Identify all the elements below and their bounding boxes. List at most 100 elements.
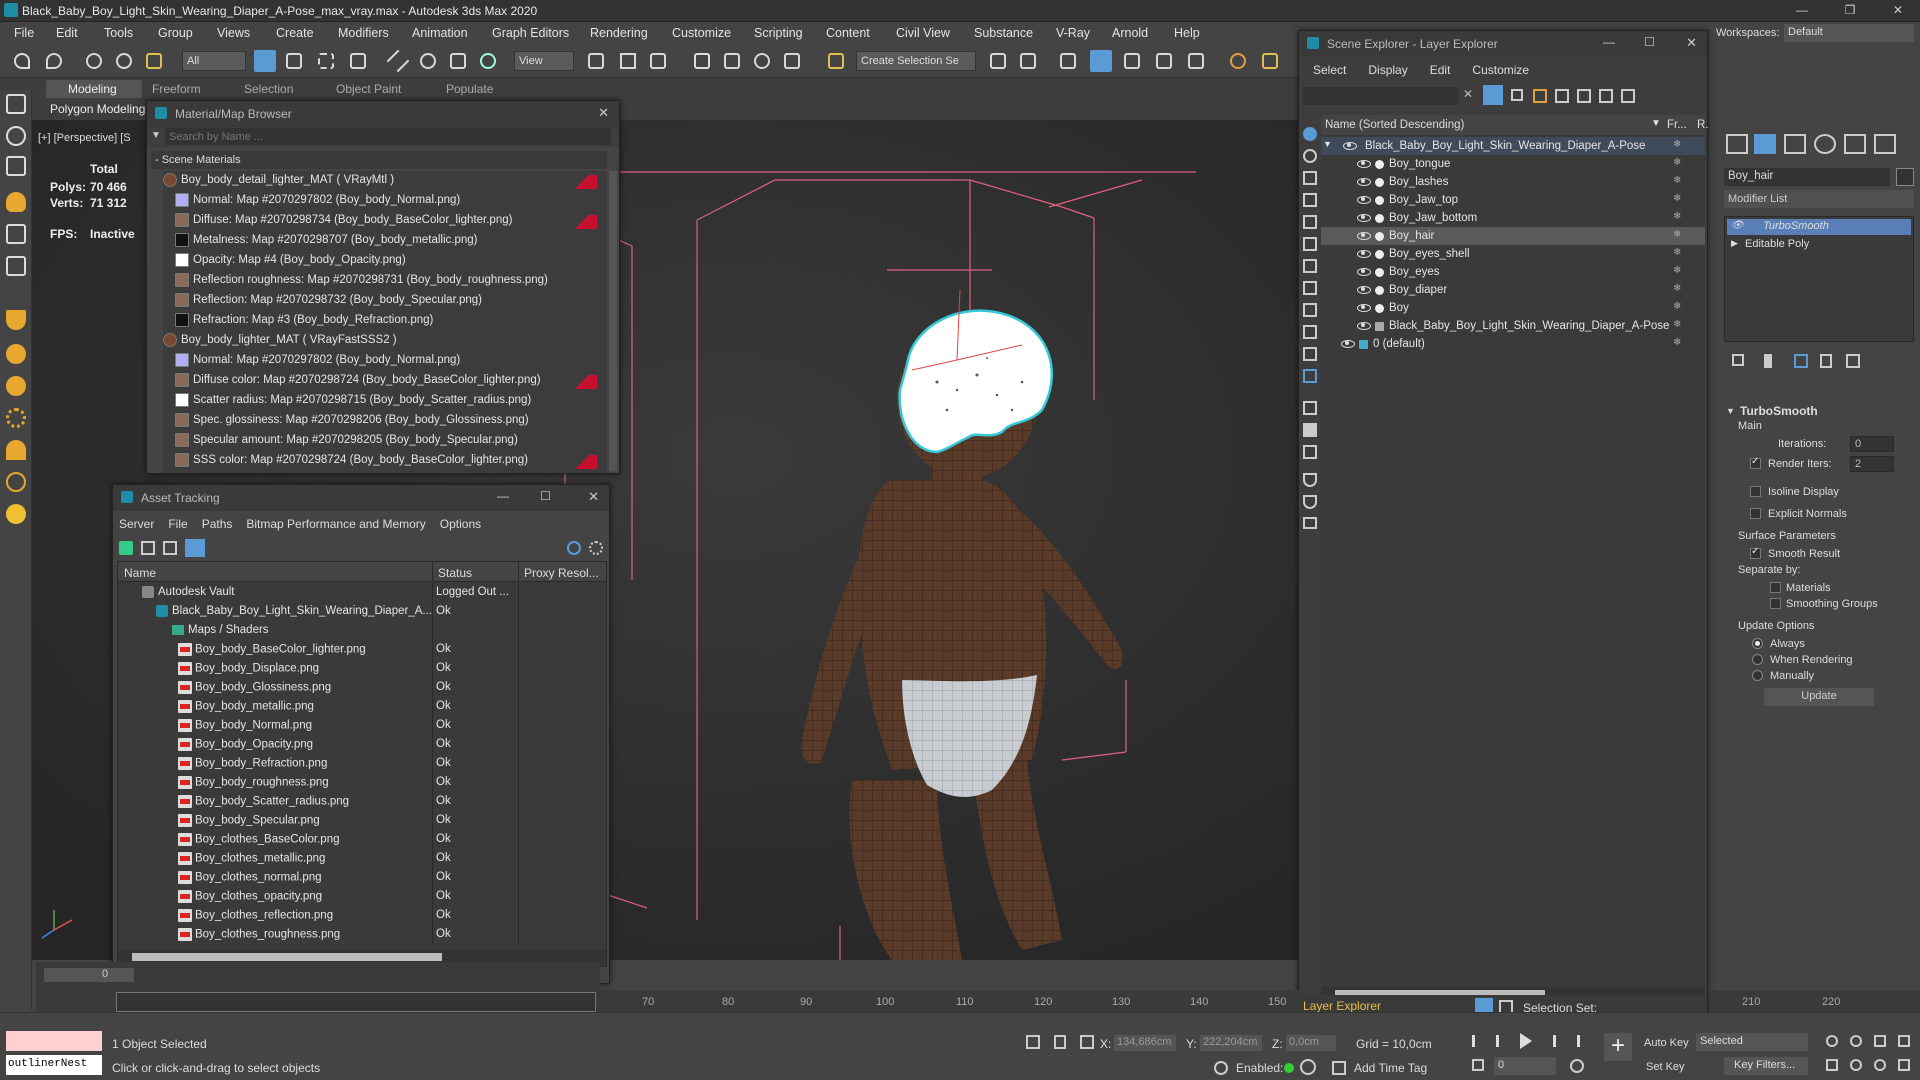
se-menu-select[interactable]: Select — [1313, 63, 1346, 77]
zoom-all-icon[interactable] — [1850, 1035, 1862, 1047]
render-frame-icon[interactable] — [6, 156, 26, 176]
undo-icon[interactable] — [14, 53, 30, 69]
cmd-hierarchy-tab[interactable] — [1784, 134, 1806, 154]
se-col-name[interactable]: Name (Sorted Descending) — [1325, 119, 1464, 131]
select-object-icon[interactable] — [254, 50, 276, 72]
orbit-icon[interactable] — [6, 126, 26, 146]
cmd-modify-tab[interactable] — [1754, 134, 1776, 154]
visibility-eye-icon[interactable] — [1357, 322, 1371, 330]
visibility-eye-icon[interactable] — [1357, 178, 1371, 186]
pan-icon[interactable] — [1850, 1059, 1862, 1071]
move-icon[interactable] — [386, 49, 410, 73]
scene-tree-item[interactable]: Boy_Jaw_top ❄ — [1321, 191, 1705, 209]
edit-named-sel-icon[interactable] — [828, 53, 844, 69]
material-list-item[interactable]: Specular amount: Map #2070298205 (Boy_bo… — [175, 433, 518, 447]
material-browser-close[interactable]: ✕ — [598, 105, 609, 121]
scene-tree-item[interactable]: Black_Baby_Boy_Light_Skin_Wearing_Diaper… — [1321, 317, 1705, 335]
pivot-center-icon[interactable] — [588, 53, 604, 69]
material-list-item[interactable]: Boy_body_lighter_MAT ( VRayFastSSS2 ) — [163, 333, 397, 347]
lamp-icon[interactable] — [6, 440, 26, 460]
visibility-eye-icon[interactable] — [1341, 340, 1355, 348]
freeze-icon[interactable]: ❄ — [1673, 337, 1681, 348]
unlink-icon[interactable] — [116, 53, 132, 69]
menu-vray[interactable]: V-Ray — [1056, 26, 1090, 40]
visibility-eye-icon[interactable] — [1357, 286, 1371, 294]
isoline-checkbox[interactable] — [1750, 486, 1761, 497]
expand-arrow-icon[interactable]: ▶ — [1731, 238, 1738, 249]
asset-row[interactable]: Black_Baby_Boy_Light_Skin_Wearing_Diaper… — [120, 602, 604, 621]
adaptive-degradation-icon[interactable] — [1214, 1061, 1228, 1075]
hammer-icon[interactable] — [6, 310, 26, 330]
se-max-button[interactable]: ☐ — [1644, 35, 1655, 49]
menu-create[interactable]: Create — [276, 26, 314, 40]
window-crossing-icon[interactable] — [350, 53, 366, 69]
search-options-icon[interactable]: ▼ — [151, 130, 161, 141]
smooth-result-checkbox[interactable] — [1750, 546, 1761, 559]
visibility-eye-icon[interactable] — [1357, 160, 1371, 168]
material-list-item[interactable]: Reflection: Map #2070298732 (Boy_body_Sp… — [175, 293, 482, 307]
make-unique-icon[interactable] — [1794, 354, 1808, 368]
render-iters-checkbox[interactable] — [1750, 456, 1761, 469]
asset-row[interactable]: Boy_clothes_normal.png Ok — [120, 868, 604, 887]
prev-frame-icon[interactable] — [1496, 1035, 1508, 1047]
rect-selection-icon[interactable] — [318, 53, 334, 69]
asset-row[interactable]: Boy_clothes_metallic.png Ok — [120, 849, 604, 868]
link-icon[interactable] — [86, 53, 102, 69]
ribbon-tab-selection[interactable]: Selection — [244, 82, 293, 96]
material-list-item[interactable]: Reflection roughness: Map #2070298731 (B… — [175, 273, 548, 287]
se-display-groups-icon[interactable] — [1303, 259, 1317, 273]
visibility-eye-icon[interactable] — [1357, 268, 1371, 276]
asset-row[interactable]: Boy_body_Opacity.png Ok — [120, 735, 604, 754]
se-menu-display[interactable]: Display — [1368, 63, 1407, 77]
cmd-motion-tab[interactable] — [1814, 134, 1836, 154]
material-editor-icon[interactable] — [1230, 53, 1246, 69]
se-display-geometry-icon[interactable] — [1303, 127, 1317, 141]
redo-icon[interactable] — [46, 53, 62, 69]
menu-substance[interactable]: Substance — [974, 26, 1033, 40]
time-slider[interactable] — [44, 968, 134, 982]
se-menu-edit[interactable]: Edit — [1430, 63, 1451, 77]
menu-scripting[interactable]: Scripting — [754, 26, 803, 40]
scene-materials-header[interactable]: - Scene Materials — [151, 151, 607, 169]
fov-icon[interactable] — [1826, 1059, 1838, 1071]
stack-editable-poly[interactable]: ▶ Editable Poly — [1727, 237, 1911, 253]
curve-editor-icon[interactable] — [1156, 53, 1172, 69]
material-list-item[interactable]: Metalness: Map #2070298707 (Boy_body_met… — [175, 233, 478, 247]
key-filters-button[interactable]: Key Filters... — [1724, 1057, 1808, 1075]
maximize-viewport-icon[interactable] — [1898, 1059, 1910, 1071]
freeze-icon[interactable]: ❄ — [1673, 283, 1681, 294]
viewport-label[interactable]: [+] [Perspective] [S — [38, 132, 131, 144]
asset-min-button[interactable]: — — [497, 489, 509, 503]
menu-views[interactable]: Views — [217, 26, 250, 40]
absolute-mode-icon[interactable] — [1080, 1035, 1094, 1049]
menu-animation[interactable]: Animation — [412, 26, 468, 40]
se-display-none-icon[interactable] — [1303, 423, 1317, 437]
material-list-item[interactable]: Normal: Map #2070297802 (Boy_body_Normal… — [175, 193, 460, 207]
menu-file[interactable]: File — [14, 26, 34, 40]
timeline-right[interactable]: 210 220 — [1710, 990, 1920, 1012]
asset-row[interactable]: Boy_body_Glossiness.png Ok — [120, 678, 604, 697]
material-list-item[interactable]: Diffuse: Map #2070298734 (Boy_body_BaseC… — [175, 213, 512, 227]
scene-tree-item[interactable]: Boy_Jaw_bottom ❄ — [1321, 209, 1705, 227]
scene-tree-item[interactable]: Boy_eyes_shell ❄ — [1321, 245, 1705, 263]
se-display-spacewarps-icon[interactable] — [1303, 237, 1317, 251]
asset-tracking-titlebar[interactable]: Asset Tracking — ☐ ✕ — [113, 485, 609, 511]
placement-icon[interactable] — [480, 53, 496, 69]
se-toolbar-icon-3[interactable] — [1577, 89, 1591, 103]
scene-explorer-close[interactable]: ✕ — [1686, 35, 1697, 51]
se-filter-funnel2-icon[interactable] — [1303, 495, 1317, 509]
scene-tree-item[interactable]: Boy_diaper ❄ — [1321, 281, 1705, 299]
reference-coord-dropdown[interactable]: View — [514, 51, 574, 71]
scene-tree-item[interactable]: ▼ Black_Baby_Boy_Light_Skin_Wearing_Diape… — [1321, 137, 1705, 155]
goto-start-icon[interactable] — [1472, 1035, 1484, 1047]
asset-row[interactable]: Boy_body_metallic.png Ok — [120, 697, 604, 716]
visibility-eye-icon[interactable] — [1343, 142, 1357, 150]
spinner-snap-icon[interactable] — [784, 53, 800, 69]
menu-modifiers[interactable]: Modifiers — [338, 26, 389, 40]
se-display-shapes-icon[interactable] — [1303, 149, 1317, 163]
update-button[interactable]: Update — [1764, 688, 1874, 706]
current-frame-field[interactable]: 0 — [1494, 1057, 1556, 1075]
se-display-cameras-icon[interactable] — [1303, 193, 1317, 207]
time-tag-icon[interactable] — [1332, 1061, 1346, 1075]
scale-icon[interactable] — [450, 53, 466, 69]
